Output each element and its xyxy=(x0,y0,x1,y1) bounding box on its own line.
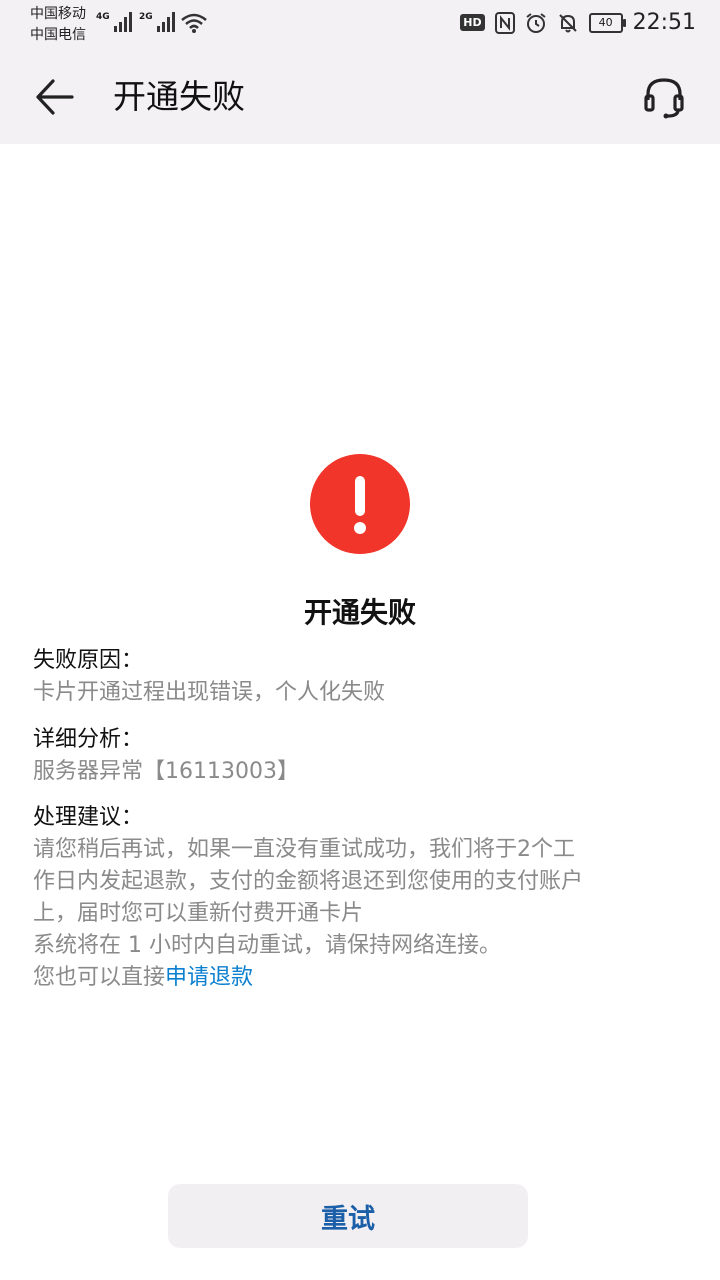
back-arrow-icon[interactable] xyxy=(34,77,76,117)
refund-prefix: 您也可以直接 xyxy=(33,965,166,990)
refund-line: 您也可以直接申请退款 xyxy=(33,962,693,994)
carrier-2: 中国电信 xyxy=(30,27,86,43)
status-bar: 中国移动 中国电信 4G 2G HD 40 22:51 xyxy=(0,0,720,50)
advice-section: 处理建议： 请您稍后再试，如果一直没有重试成功，我们将于2个工 作日内发起退款，… xyxy=(33,802,693,994)
page-title: 开通失败 xyxy=(113,77,245,116)
analysis-label: 详细分析： xyxy=(33,727,144,752)
hd-badge: HD xyxy=(460,14,485,31)
sim2-network-label: 2G xyxy=(139,12,153,22)
advice-line: 上，届时您可以重新付费开通卡片 xyxy=(33,901,364,926)
result-title: 开通失败 xyxy=(303,596,416,629)
carrier-names: 中国移动 中国电信 xyxy=(30,4,86,46)
failure-reason-section: 失败原因： 卡片开通过程出现错误，个人化失败 xyxy=(33,645,693,709)
wifi-icon xyxy=(181,13,207,33)
alarm-icon xyxy=(525,12,546,33)
advice-label: 处理建议： xyxy=(33,805,144,830)
headset-icon[interactable] xyxy=(640,74,688,122)
status-right-group: HD 40 22:51 xyxy=(460,10,696,35)
retry-button[interactable]: 重试 xyxy=(168,1184,528,1248)
apply-refund-link[interactable]: 申请退款 xyxy=(165,965,253,990)
failure-reason-text: 卡片开通过程出现错误，个人化失败 xyxy=(33,680,386,705)
signal-icon: 2G xyxy=(139,12,175,32)
carrier-1: 中国移动 xyxy=(30,6,86,22)
title-bar: 开通失败 xyxy=(0,50,720,144)
advice-line: 请您稍后再试，如果一直没有重试成功，我们将于2个工 xyxy=(33,837,575,862)
advice-line: 作日内发起退款，支付的金额将退还到您使用的支付账户 xyxy=(33,869,584,894)
clock: 22:51 xyxy=(632,10,696,35)
analysis-text: 服务器异常【16113003】 xyxy=(33,759,299,784)
analysis-section: 详细分析： 服务器异常【16113003】 xyxy=(33,724,693,788)
error-exclamation-icon xyxy=(310,454,410,554)
battery-icon: 40 xyxy=(588,12,626,33)
signal-icon: 4G xyxy=(96,12,132,32)
sim1-network-label: 4G xyxy=(96,12,110,22)
mute-icon xyxy=(558,13,577,32)
advice-line: 系统将在 1 小时内自动重试，请保持网络连接。 xyxy=(33,933,501,958)
failure-reason-label: 失败原因： xyxy=(33,648,144,673)
nfc-icon xyxy=(494,11,515,34)
